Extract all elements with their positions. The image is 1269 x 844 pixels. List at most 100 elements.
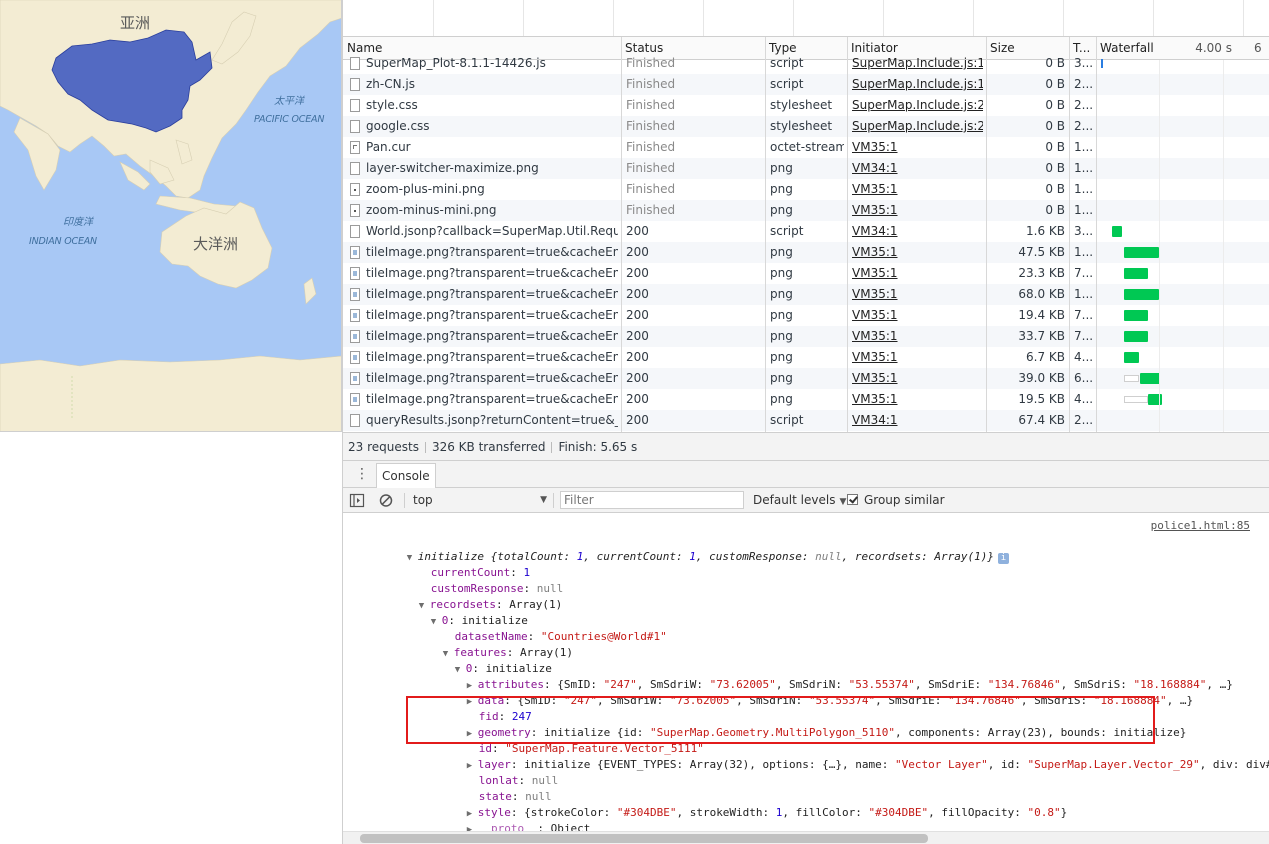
table-row[interactable]: zoom-plus-mini.png Finished png VM35:1 0 B 1.…: [343, 179, 1269, 200]
file-icon: [350, 57, 360, 70]
request-name[interactable]: style.css: [366, 95, 618, 116]
table-row[interactable]: tileImage.png?transparent=true&cacheEnab…: [343, 368, 1269, 389]
request-status: 200: [626, 329, 649, 343]
request-name[interactable]: tileImage.png?transparent=true&cacheEnab…: [366, 389, 618, 410]
request-initiator[interactable]: VM35:1: [852, 368, 983, 389]
map-viewport[interactable]: 亚洲 太平洋 PACIFIC OCEAN 印度洋 INDIAN OCEAN 大洋…: [0, 0, 342, 432]
console-line-data[interactable]: ▶ data: {SmID: "247", SmSdriW: "73.62005"…: [427, 677, 1193, 707]
table-row[interactable]: tileImage.png?transparent=true&cacheEnab…: [343, 284, 1269, 305]
source-link[interactable]: police1.html:85: [1151, 519, 1250, 532]
request-initiator[interactable]: SuperMap.Include.js:21: [852, 95, 983, 116]
table-row[interactable]: tileImage.png?transparent=true&cacheEnab…: [343, 326, 1269, 347]
label-indian-cn: 印度洋: [63, 217, 93, 228]
request-initiator[interactable]: VM34:1: [852, 410, 983, 431]
request-name[interactable]: tileImage.png?transparent=true&cacheEnab…: [366, 263, 618, 284]
request-initiator[interactable]: VM35:1: [852, 326, 983, 347]
request-type: png: [770, 329, 793, 343]
table-row[interactable]: tileImage.png?transparent=true&cacheEnab…: [343, 305, 1269, 326]
request-initiator[interactable]: VM35:1: [852, 263, 983, 284]
request-initiator[interactable]: VM35:1: [852, 389, 983, 410]
image-file-icon: [350, 330, 360, 343]
request-name[interactable]: queryResults.jsonp?returnContent=true&_m…: [366, 410, 618, 431]
group-similar-checkbox[interactable]: Group similar: [847, 492, 945, 509]
drawer-menu-icon[interactable]: ⋮: [355, 465, 369, 483]
console-line-feature-0[interactable]: ▼ 0: initialize: [415, 645, 552, 675]
request-size: 23.3 KB: [1018, 266, 1065, 280]
console-line-style[interactable]: ▶ style: {strokeColor: "#304DBE", strokeW…: [427, 789, 1067, 819]
console-line-proto[interactable]: ▶ __proto__: Object: [427, 805, 591, 835]
log-levels-dropdown[interactable]: Default levels ▼: [753, 492, 846, 509]
console-line-recordsets[interactable]: ▼ recordsets: Array(1): [379, 581, 562, 611]
table-row[interactable]: zoom-minus-mini.png Finished png VM35:1 0 B 1…: [343, 200, 1269, 221]
sidebar-toggle-icon[interactable]: [349, 493, 365, 508]
table-row[interactable]: layer-switcher-maximize.png Finished png VM…: [343, 158, 1269, 179]
request-name[interactable]: zoom-plus-mini.png: [366, 179, 618, 200]
table-row[interactable]: Pan.cur Finished octet-stream VM35:1 0 B 1...: [343, 137, 1269, 158]
tab-console[interactable]: Console: [376, 463, 436, 488]
request-name[interactable]: Pan.cur: [366, 137, 618, 158]
table-row[interactable]: queryResults.jsonp?returnContent=true&_m…: [343, 410, 1269, 431]
image-file-icon: [350, 267, 360, 280]
request-initiator[interactable]: SuperMap.Include.js:21: [852, 116, 983, 137]
request-name[interactable]: zh-CN.js: [366, 74, 618, 95]
console-line-recordset-0[interactable]: ▼ 0: initialize: [391, 597, 528, 627]
table-row[interactable]: World.jsonp?callback=SuperMap.Util.Reque…: [343, 221, 1269, 242]
console-line-attributes[interactable]: ▶ attributes: {SmID: "247", SmSdriW: "73.…: [427, 661, 1233, 691]
table-row[interactable]: google.css Finished stylesheet SuperMap.Inc…: [343, 116, 1269, 137]
request-status: 200: [626, 371, 649, 385]
request-name[interactable]: tileImage.png?transparent=true&cacheEnab…: [366, 326, 618, 347]
request-initiator[interactable]: VM34:1: [852, 158, 983, 179]
request-initiator[interactable]: SuperMap.Include.js:17: [852, 74, 983, 95]
console-line-features[interactable]: ▼ features: Array(1): [403, 629, 573, 659]
checkbox-checked-icon[interactable]: [847, 494, 858, 505]
request-size: 33.7 KB: [1018, 329, 1065, 343]
request-type: stylesheet: [770, 98, 833, 112]
request-initiator[interactable]: VM35:1: [852, 179, 983, 200]
waterfall-bar: [1123, 247, 1159, 258]
file-icon: [350, 99, 360, 112]
console-output[interactable]: police1.html:85 ▼ initialize {totalCount:…: [343, 513, 1269, 844]
table-row[interactable]: tileImage.png?transparent=true&cacheEnab…: [343, 263, 1269, 284]
request-name[interactable]: tileImage.png?transparent=true&cacheEnab…: [366, 368, 618, 389]
table-row[interactable]: style.css Finished stylesheet SuperMap.Incl…: [343, 95, 1269, 116]
table-row[interactable]: SuperMap_Plot-8.1.1-14426.js Finished scri…: [343, 53, 1269, 74]
filter-input[interactable]: [560, 491, 744, 509]
request-time: 2...: [1074, 98, 1094, 112]
table-row[interactable]: zh-CN.js Finished script SuperMap.Include.j…: [343, 74, 1269, 95]
request-initiator[interactable]: VM35:1: [852, 305, 983, 326]
request-name[interactable]: tileImage.png?transparent=true&cacheEnab…: [366, 305, 618, 326]
console-horizontal-scrollbar[interactable]: [343, 831, 1269, 844]
request-initiator[interactable]: VM35:1: [852, 242, 983, 263]
request-time: 1...: [1074, 287, 1094, 301]
clear-console-icon[interactable]: [378, 493, 394, 508]
request-name[interactable]: World.jsonp?callback=SuperMap.Util.Reque…: [366, 221, 618, 242]
network-overview[interactable]: [343, 0, 1269, 37]
request-name[interactable]: layer-switcher-maximize.png: [366, 158, 618, 179]
waterfall-bar: [1148, 394, 1163, 405]
table-row[interactable]: tileImage.png?transparent=true&cacheEnab…: [343, 347, 1269, 368]
context-selector[interactable]: top ▼: [413, 492, 547, 509]
table-row[interactable]: tileImage.png?transparent=true&cacheEnab…: [343, 242, 1269, 263]
image-file-icon: [350, 309, 360, 322]
request-name[interactable]: google.css: [366, 116, 618, 137]
request-initiator[interactable]: VM35:1: [852, 137, 983, 158]
network-summary: 23 requests 326 KB transferred Finish: 5.6…: [343, 432, 1269, 461]
table-row[interactable]: tileImage.png?transparent=true&cacheEnab…: [343, 389, 1269, 410]
request-initiator[interactable]: VM35:1: [852, 200, 983, 221]
console-line-root[interactable]: ▼ initialize {totalCount: 1, currentCount…: [367, 533, 1009, 564]
info-icon[interactable]: i: [997, 553, 1009, 564]
request-name[interactable]: tileImage.png?transparent=true&cacheEnab…: [366, 347, 618, 368]
log-levels-label: Default levels: [753, 493, 836, 507]
request-time: 1...: [1074, 140, 1094, 154]
request-type: octet-stream: [770, 140, 844, 154]
request-initiator[interactable]: VM35:1: [852, 347, 983, 368]
request-type: png: [770, 182, 793, 196]
request-initiator[interactable]: VM34:1: [852, 221, 983, 242]
scrollbar-thumb[interactable]: [360, 834, 928, 843]
request-name[interactable]: zoom-minus-mini.png: [366, 200, 618, 221]
request-initiator[interactable]: SuperMap.Include.js:17: [852, 53, 983, 74]
request-name[interactable]: tileImage.png?transparent=true&cacheEnab…: [366, 242, 618, 263]
request-name[interactable]: tileImage.png?transparent=true&cacheEnab…: [366, 284, 618, 305]
request-name[interactable]: SuperMap_Plot-8.1.1-14426.js: [366, 53, 618, 74]
request-initiator[interactable]: VM35:1: [852, 284, 983, 305]
